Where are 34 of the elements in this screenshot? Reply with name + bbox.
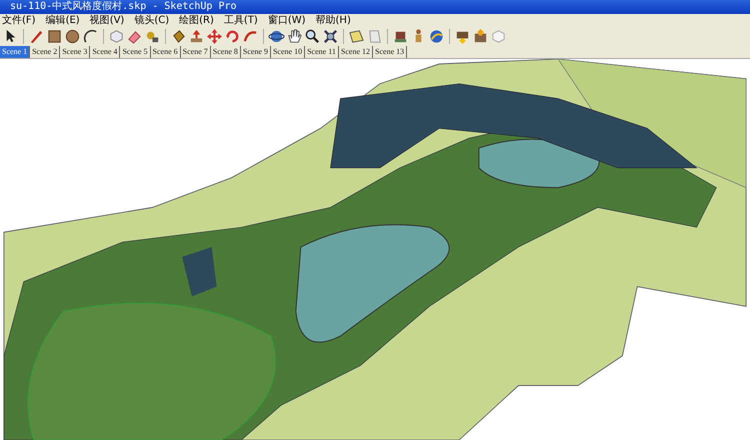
scene-tab[interactable]: Scene 3 (60, 46, 90, 58)
scene-tab[interactable]: Scene 6 (150, 46, 181, 58)
scene-tab[interactable]: Scene 11 (305, 46, 339, 58)
circle-icon[interactable] (64, 28, 81, 45)
orbit-icon[interactable] (268, 28, 285, 45)
scene-tab[interactable]: Scene 9 (240, 46, 271, 58)
menu-item[interactable]: 文件(F) (2, 14, 36, 27)
menu-item[interactable]: 帮助(H) (316, 14, 351, 27)
scene-tab[interactable]: Scene 2 (30, 46, 60, 58)
menu-item[interactable]: 视图(V) (90, 14, 124, 27)
scene-tab[interactable]: Scene 7 (180, 46, 211, 58)
scene-tab[interactable]: Scene 5 (120, 46, 151, 58)
hand-icon[interactable] (286, 28, 303, 45)
box-up-icon[interactable] (472, 28, 489, 45)
menu-item[interactable]: 窗口(W) (268, 14, 306, 27)
globe-icon[interactable] (428, 28, 445, 45)
scene-tab[interactable]: Scene 1 (0, 46, 30, 58)
menu-item[interactable]: 绘图(R) (179, 14, 214, 27)
scene-tab[interactable]: Scene 4 (90, 46, 120, 58)
scene-tab[interactable]: Scene 13 (373, 46, 408, 58)
scene-tab[interactable]: Scene 8 (210, 46, 241, 58)
menu-item[interactable]: 编辑(E) (46, 14, 80, 27)
menu-item[interactable]: 工具(T) (224, 14, 258, 27)
rotate-icon[interactable] (224, 28, 241, 45)
rectangle-icon[interactable] (46, 28, 63, 45)
zoom-extents-icon[interactable] (322, 28, 339, 45)
scene-tab[interactable]: Scene 10 (270, 46, 306, 58)
search-icon[interactable] (304, 28, 321, 45)
window-title: su-110-中式风格度假村.skp - SketchUp Pro (0, 0, 750, 14)
move-icon[interactable] (206, 28, 223, 45)
arc-icon[interactable] (82, 28, 99, 45)
menu-item[interactable]: 镜头(C) (134, 14, 170, 27)
push-pull-icon[interactable] (188, 28, 205, 45)
scene-tab[interactable]: Scene 12 (338, 46, 374, 58)
